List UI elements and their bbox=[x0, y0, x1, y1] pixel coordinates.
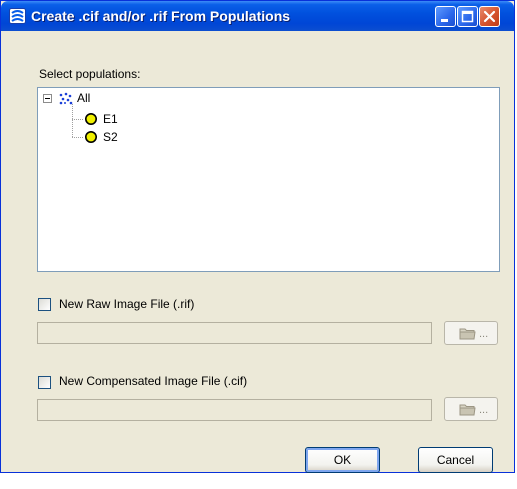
close-button[interactable] bbox=[479, 6, 500, 27]
title-bar[interactable]: Create .cif and/or .rif From Populations bbox=[1, 1, 514, 31]
maximize-icon bbox=[461, 10, 474, 23]
raw-image-checkbox-label[interactable]: New Raw Image File (.rif) bbox=[59, 297, 194, 311]
yellow-circle-icon bbox=[84, 112, 98, 129]
folder-icon bbox=[459, 327, 476, 343]
maximize-button[interactable] bbox=[457, 6, 478, 27]
population-dots-icon bbox=[59, 92, 73, 108]
dialog-window: Create .cif and/or .rif From Populations… bbox=[0, 0, 515, 473]
yellow-circle-icon bbox=[84, 130, 98, 147]
tree-item-label: E1 bbox=[103, 112, 118, 126]
cancel-button[interactable]: Cancel bbox=[418, 447, 493, 473]
raw-image-checkbox[interactable] bbox=[38, 298, 51, 311]
folder-icon bbox=[459, 403, 476, 419]
window-title: Create .cif and/or .rif From Populations bbox=[31, 8, 291, 24]
window-app-icon bbox=[9, 8, 26, 24]
close-icon bbox=[483, 10, 496, 23]
ok-button[interactable]: OK bbox=[305, 447, 380, 473]
compensated-image-path-field[interactable] bbox=[37, 399, 432, 421]
collapse-icon[interactable] bbox=[43, 94, 52, 103]
raw-image-browse-button[interactable]: ... bbox=[444, 321, 498, 345]
raw-image-path-field[interactable] bbox=[37, 322, 432, 344]
select-populations-label: Select populations: bbox=[39, 67, 141, 81]
browse-ellipsis: ... bbox=[479, 404, 489, 416]
tree-item-label: All bbox=[77, 91, 91, 105]
minimize-button[interactable] bbox=[435, 6, 456, 27]
populations-tree[interactable]: All E1 S2 bbox=[37, 87, 500, 272]
browse-ellipsis: ... bbox=[479, 328, 489, 340]
compensated-image-checkbox[interactable] bbox=[38, 376, 51, 389]
compensated-image-checkbox-label[interactable]: New Compensated Image File (.cif) bbox=[59, 374, 247, 388]
tree-item-label: S2 bbox=[103, 130, 118, 144]
minimize-icon bbox=[441, 19, 448, 22]
compensated-image-browse-button[interactable]: ... bbox=[444, 397, 498, 421]
